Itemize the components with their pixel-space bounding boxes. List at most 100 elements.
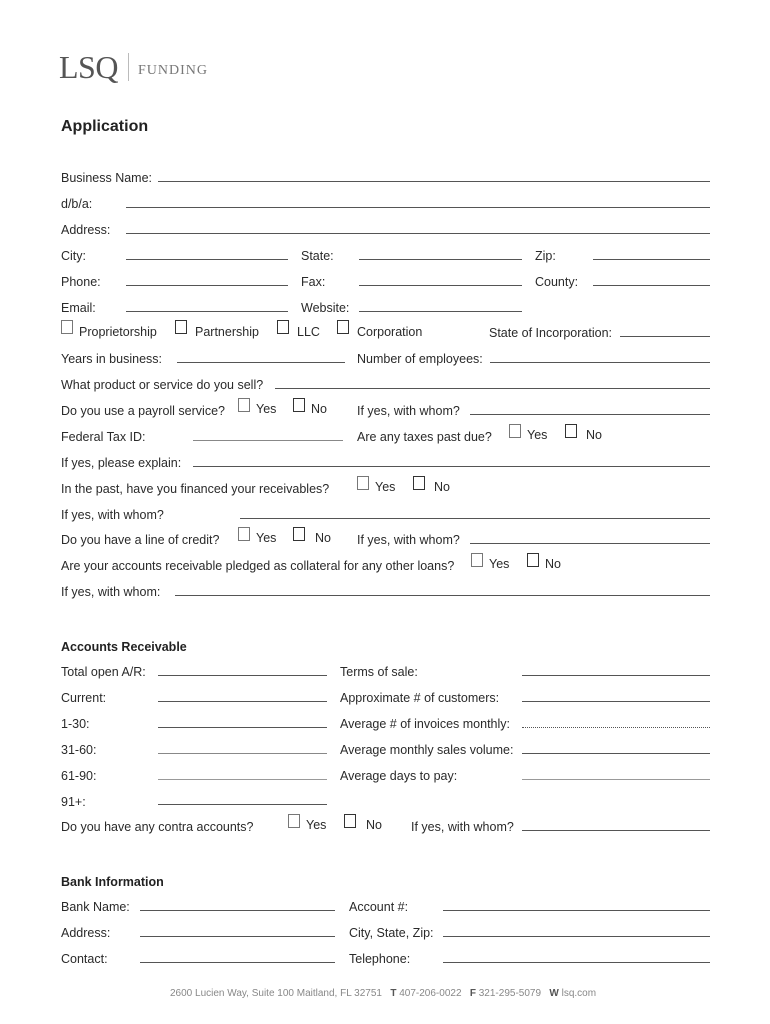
pledged-whom-field[interactable] (175, 595, 710, 596)
credit-whom-field[interactable] (470, 543, 710, 544)
financed-yes-checkbox[interactable] (357, 476, 369, 490)
please-explain-label: If yes, please explain: (61, 456, 182, 470)
business-name-field[interactable] (158, 181, 710, 182)
ar-num-customers-field[interactable] (522, 701, 710, 702)
ar-days-to-pay-field[interactable] (522, 779, 710, 780)
logo-divider (128, 53, 129, 81)
city-label: City: (61, 249, 86, 263)
website-field[interactable] (359, 311, 522, 312)
financed-whom-field[interactable] (240, 518, 710, 519)
ar-31-60-field[interactable] (158, 753, 327, 754)
federal-tax-id-label: Federal Tax ID: (61, 430, 146, 444)
county-label: County: (535, 275, 579, 289)
contra-accounts-question: Do you have any contra accounts? (61, 820, 254, 834)
proprietorship-checkbox[interactable] (61, 320, 73, 334)
bank-telephone-field[interactable] (443, 962, 710, 963)
state-of-incorporation-field[interactable] (620, 336, 710, 337)
address-field[interactable] (126, 233, 710, 234)
footer-phone: 407-206-0022 (399, 988, 462, 999)
ar-sales-volume-field[interactable] (522, 753, 710, 754)
contra-no-checkbox[interactable] (344, 814, 356, 828)
ar-days-to-pay-label: Average days to pay: (340, 769, 458, 783)
pledged-whom-label: If yes, with whom: (61, 585, 161, 599)
payroll-whom-label: If yes, with whom? (357, 404, 460, 418)
zip-label: Zip: (535, 249, 556, 263)
ar-total-open-field[interactable] (158, 675, 327, 676)
credit-whom-label: If yes, with whom? (357, 533, 460, 547)
proprietorship-label: Proprietorship (79, 325, 157, 339)
credit-yes-label: Yes (256, 531, 277, 545)
ar-1-30-field[interactable] (158, 727, 327, 728)
fax-field[interactable] (359, 285, 522, 286)
num-employees-field[interactable] (490, 362, 710, 363)
bank-name-field[interactable] (140, 910, 335, 911)
accounts-receivable-heading: Accounts Receivable (61, 640, 187, 654)
phone-label: Phone: (61, 275, 101, 289)
bank-telephone-label: Telephone: (349, 952, 411, 966)
logo-funding: FUNDING (138, 63, 208, 78)
credit-yes-checkbox[interactable] (238, 527, 250, 541)
footer-contact: 2600 Lucien Way, Suite 100 Maitland, FL … (170, 988, 596, 999)
zip-field[interactable] (593, 259, 710, 260)
pledged-no-label: No (545, 557, 561, 571)
ar-1-30-label: 1-30: (61, 717, 90, 731)
financed-no-label: No (434, 480, 450, 494)
footer-fax: 321-295-5079 (478, 988, 542, 999)
corporation-label: Corporation (357, 325, 423, 339)
footer-w-label: W (549, 988, 559, 999)
payroll-question: Do you use a payroll service? (61, 404, 225, 418)
contra-yes-checkbox[interactable] (288, 814, 300, 828)
contra-yes-label: Yes (306, 818, 327, 832)
corporation-checkbox[interactable] (337, 320, 349, 334)
contra-whom-field[interactable] (522, 830, 710, 831)
payroll-no-checkbox[interactable] (293, 398, 305, 412)
taxes-no-checkbox[interactable] (565, 424, 577, 438)
contra-whom-label: If yes, with whom? (411, 820, 514, 834)
dba-field[interactable] (126, 207, 710, 208)
ar-invoices-monthly-field[interactable] (522, 727, 710, 728)
bank-city-state-zip-field[interactable] (443, 936, 710, 937)
email-label: Email: (61, 301, 96, 315)
ar-current-field[interactable] (158, 701, 327, 702)
financed-no-checkbox[interactable] (413, 476, 425, 490)
partnership-checkbox[interactable] (175, 320, 187, 334)
product-service-field[interactable] (275, 388, 710, 389)
payroll-yes-checkbox[interactable] (238, 398, 250, 412)
state-label: State: (301, 249, 334, 263)
email-field[interactable] (126, 311, 288, 312)
county-field[interactable] (593, 285, 710, 286)
llc-label: LLC (297, 325, 320, 339)
credit-no-checkbox[interactable] (293, 527, 305, 541)
pledged-yes-label: Yes (489, 557, 510, 571)
ar-91-plus-field[interactable] (158, 804, 327, 805)
pledged-no-checkbox[interactable] (527, 553, 539, 567)
taxes-yes-checkbox[interactable] (509, 424, 521, 438)
bank-contact-field[interactable] (140, 962, 335, 963)
phone-field[interactable] (126, 285, 288, 286)
city-field[interactable] (126, 259, 288, 260)
product-service-label: What product or service do you sell? (61, 378, 264, 392)
state-field[interactable] (359, 259, 522, 260)
footer-web: lsq.com (561, 988, 597, 999)
pledged-yes-checkbox[interactable] (471, 553, 483, 567)
bank-name-label: Bank Name: (61, 900, 130, 914)
page-title: Application (61, 118, 149, 135)
ar-61-90-field[interactable] (158, 779, 327, 780)
bank-address-field[interactable] (140, 936, 335, 937)
account-number-field[interactable] (443, 910, 710, 911)
dba-label: d/b/a: (61, 197, 93, 211)
years-in-business-field[interactable] (177, 362, 345, 363)
bank-information-heading: Bank Information (61, 875, 164, 889)
address-label: Address: (61, 223, 111, 237)
llc-checkbox[interactable] (277, 320, 289, 334)
please-explain-field[interactable] (193, 466, 710, 467)
website-label: Website: (301, 301, 350, 315)
ar-num-customers-label: Approximate # of customers: (340, 691, 500, 705)
ar-invoices-monthly-label: Average # of invoices monthly: (340, 717, 511, 731)
payroll-whom-field[interactable] (470, 414, 710, 415)
taxes-no-label: No (586, 428, 602, 442)
ar-91-plus-label: 91+: (61, 795, 86, 809)
state-of-incorporation-label: State of Incorporation: (489, 326, 612, 340)
ar-terms-of-sale-field[interactable] (522, 675, 710, 676)
federal-tax-id-field[interactable] (193, 440, 343, 441)
